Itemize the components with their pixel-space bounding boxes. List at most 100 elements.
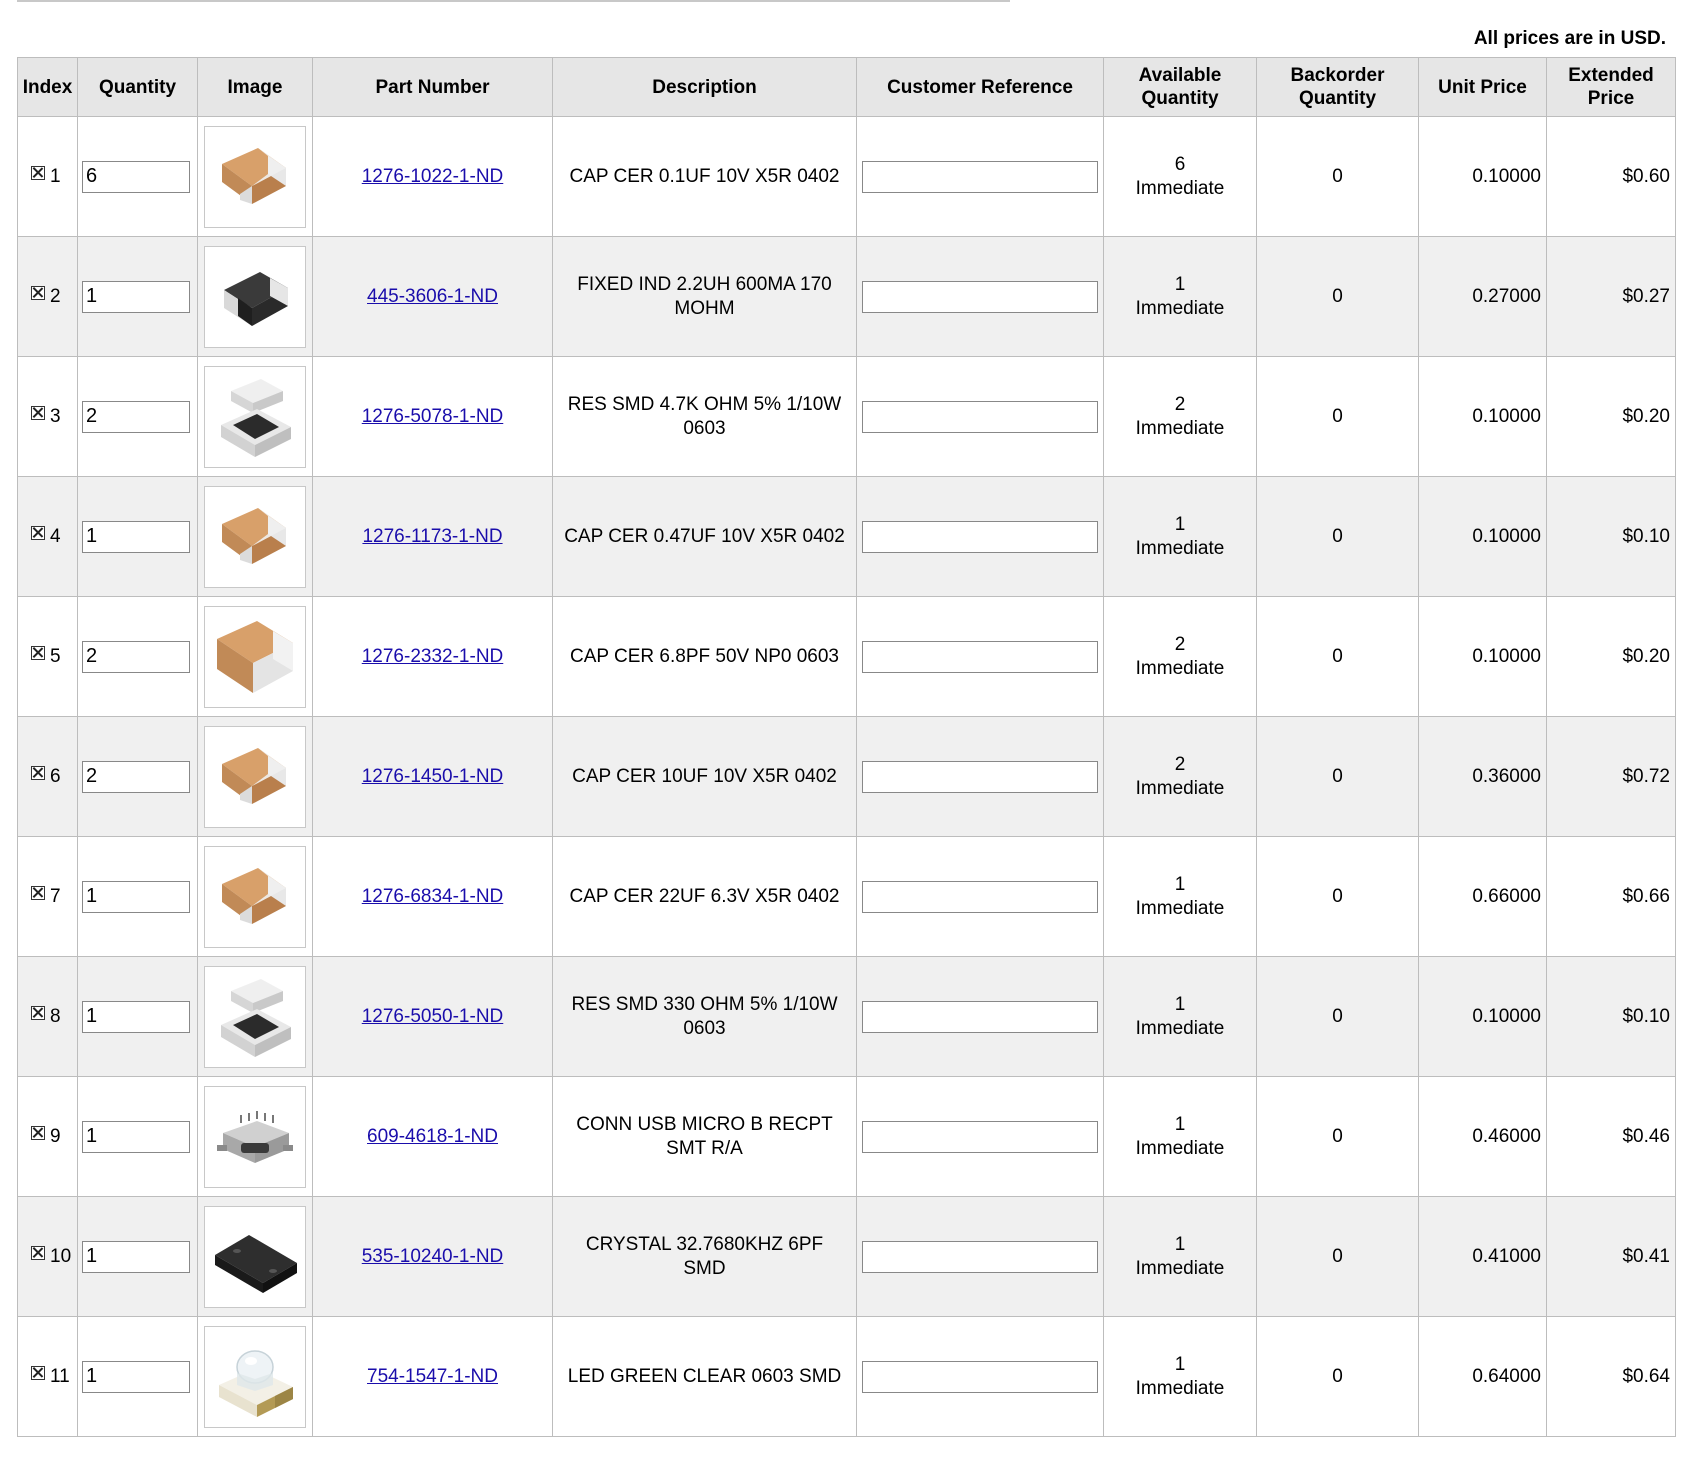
row-index: 3 xyxy=(50,405,61,427)
quantity-input[interactable] xyxy=(82,880,190,913)
part-number-link[interactable]: 754-1547-1-ND xyxy=(367,1366,498,1387)
part-number-cell: 754-1547-1-ND xyxy=(312,1316,553,1437)
customer-reference-cell xyxy=(856,1316,1104,1437)
row-index: 4 xyxy=(50,525,61,547)
smd-resistor-icon xyxy=(211,373,299,461)
unit-price-cell: 0.66000 xyxy=(1418,836,1547,957)
quantity-cell xyxy=(77,716,198,837)
description-cell: RES SMD 330 OHM 5% 1/10W 0603 xyxy=(552,956,857,1077)
part-number-link[interactable]: 1276-5078-1-ND xyxy=(362,406,504,427)
product-image[interactable] xyxy=(204,125,306,228)
product-image[interactable] xyxy=(204,1085,306,1188)
remove-item-checkbox-icon[interactable] xyxy=(31,165,45,180)
customer-reference-cell xyxy=(856,596,1104,717)
product-image[interactable] xyxy=(204,1325,306,1428)
header-description: Description xyxy=(552,57,857,117)
table-row-8: 8 1276-5050-1-ND RES SMD 330 OHM 5% 1/10… xyxy=(17,956,1676,1077)
index-cell: 7 xyxy=(17,836,78,957)
remove-item-checkbox-icon[interactable] xyxy=(31,405,45,420)
customer-reference-input[interactable] xyxy=(862,1240,1098,1273)
customer-reference-input[interactable] xyxy=(862,520,1098,553)
customer-reference-input[interactable] xyxy=(862,1000,1098,1033)
remove-item-checkbox-icon[interactable] xyxy=(31,1125,45,1140)
product-image[interactable] xyxy=(204,605,306,708)
table-row-4: 4 1276-1173-1-ND CAP CER 0.47UF 10V X5R … xyxy=(17,476,1676,597)
description-cell: CAP CER 22UF 6.3V X5R 0402 xyxy=(552,836,857,957)
customer-reference-input[interactable] xyxy=(862,160,1098,193)
quantity-cell xyxy=(77,236,198,357)
part-number-cell: 445-3606-1-ND xyxy=(312,236,553,357)
part-number-link[interactable]: 1276-1173-1-ND xyxy=(362,526,502,547)
customer-reference-input[interactable] xyxy=(862,400,1098,433)
customer-reference-input[interactable] xyxy=(862,1120,1098,1153)
extended-price-cell: $0.27 xyxy=(1546,236,1676,357)
quantity-input[interactable] xyxy=(82,280,190,313)
remove-item-checkbox-icon[interactable] xyxy=(31,1365,45,1380)
part-number-link[interactable]: 1276-2332-1-ND xyxy=(362,646,504,667)
image-cell xyxy=(197,1316,313,1437)
remove-item-checkbox-icon[interactable] xyxy=(31,525,45,540)
quantity-input[interactable] xyxy=(82,1360,190,1393)
extended-price-cell: $0.66 xyxy=(1546,836,1676,957)
unit-price-cell: 0.46000 xyxy=(1418,1076,1547,1197)
index-cell: 8 xyxy=(17,956,78,1077)
quantity-input[interactable] xyxy=(82,160,190,193)
availability-status: Immediate xyxy=(1135,897,1225,919)
index-cell: 5 xyxy=(17,596,78,717)
part-number-link[interactable]: 609-4618-1-ND xyxy=(367,1126,498,1147)
product-image[interactable] xyxy=(204,845,306,948)
smd-resistor-icon xyxy=(211,973,299,1061)
part-number-link[interactable]: 445-3606-1-ND xyxy=(367,286,498,307)
description-cell: CRYSTAL 32.7680KHZ 6PF SMD xyxy=(552,1196,857,1317)
part-number-cell: 1276-2332-1-ND xyxy=(312,596,553,717)
product-image[interactable] xyxy=(204,725,306,828)
customer-reference-input[interactable] xyxy=(862,760,1098,793)
availability-status: Immediate xyxy=(1135,417,1225,439)
available-quantity-cell: 1 Immediate xyxy=(1103,956,1257,1077)
product-image[interactable] xyxy=(204,245,306,348)
cart-table: Index Quantity Image Part Number Descrip… xyxy=(17,57,1676,1437)
remove-item-checkbox-icon[interactable] xyxy=(31,765,45,780)
quantity-input[interactable] xyxy=(82,1120,190,1153)
customer-reference-cell xyxy=(856,1076,1104,1197)
part-number-link[interactable]: 1276-5050-1-ND xyxy=(362,1006,504,1027)
part-number-link[interactable]: 1276-1450-1-ND xyxy=(362,766,504,787)
backorder-quantity-cell: 0 xyxy=(1256,1196,1419,1317)
customer-reference-input[interactable] xyxy=(862,280,1098,313)
row-index: 7 xyxy=(50,885,61,907)
part-number-link[interactable]: 1276-1022-1-ND xyxy=(362,166,504,187)
description-cell: CAP CER 0.1UF 10V X5R 0402 xyxy=(552,116,857,237)
product-image[interactable] xyxy=(204,1205,306,1308)
led-icon xyxy=(211,1333,299,1421)
available-quantity-cell: 1 Immediate xyxy=(1103,1196,1257,1317)
part-number-link[interactable]: 535-10240-1-ND xyxy=(362,1246,504,1267)
customer-reference-input[interactable] xyxy=(862,880,1098,913)
customer-reference-input[interactable] xyxy=(862,640,1098,673)
backorder-quantity-cell: 0 xyxy=(1256,836,1419,957)
quantity-input[interactable] xyxy=(82,400,190,433)
quantity-input[interactable] xyxy=(82,760,190,793)
header-part-number: Part Number xyxy=(312,57,553,117)
remove-item-checkbox-icon[interactable] xyxy=(31,285,45,300)
remove-item-checkbox-icon[interactable] xyxy=(31,885,45,900)
available-qty: 2 xyxy=(1174,393,1186,415)
top-divider xyxy=(17,0,1010,2)
quantity-cell xyxy=(77,956,198,1077)
remove-item-checkbox-icon[interactable] xyxy=(31,645,45,660)
row-index: 11 xyxy=(50,1365,70,1387)
quantity-input[interactable] xyxy=(82,1240,190,1273)
product-image[interactable] xyxy=(204,485,306,588)
quantity-input[interactable] xyxy=(82,520,190,553)
available-quantity-cell: 2 Immediate xyxy=(1103,596,1257,717)
part-number-cell: 1276-6834-1-ND xyxy=(312,836,553,957)
part-number-link[interactable]: 1276-6834-1-ND xyxy=(362,886,504,907)
remove-item-checkbox-icon[interactable] xyxy=(31,1245,45,1260)
ceramic-capacitor-icon xyxy=(212,494,298,580)
product-image[interactable] xyxy=(204,965,306,1068)
quantity-input[interactable] xyxy=(82,1000,190,1033)
remove-item-checkbox-icon[interactable] xyxy=(31,1005,45,1020)
customer-reference-input[interactable] xyxy=(862,1360,1098,1393)
part-number-cell: 609-4618-1-ND xyxy=(312,1076,553,1197)
product-image[interactable] xyxy=(204,365,306,468)
quantity-input[interactable] xyxy=(82,640,190,673)
